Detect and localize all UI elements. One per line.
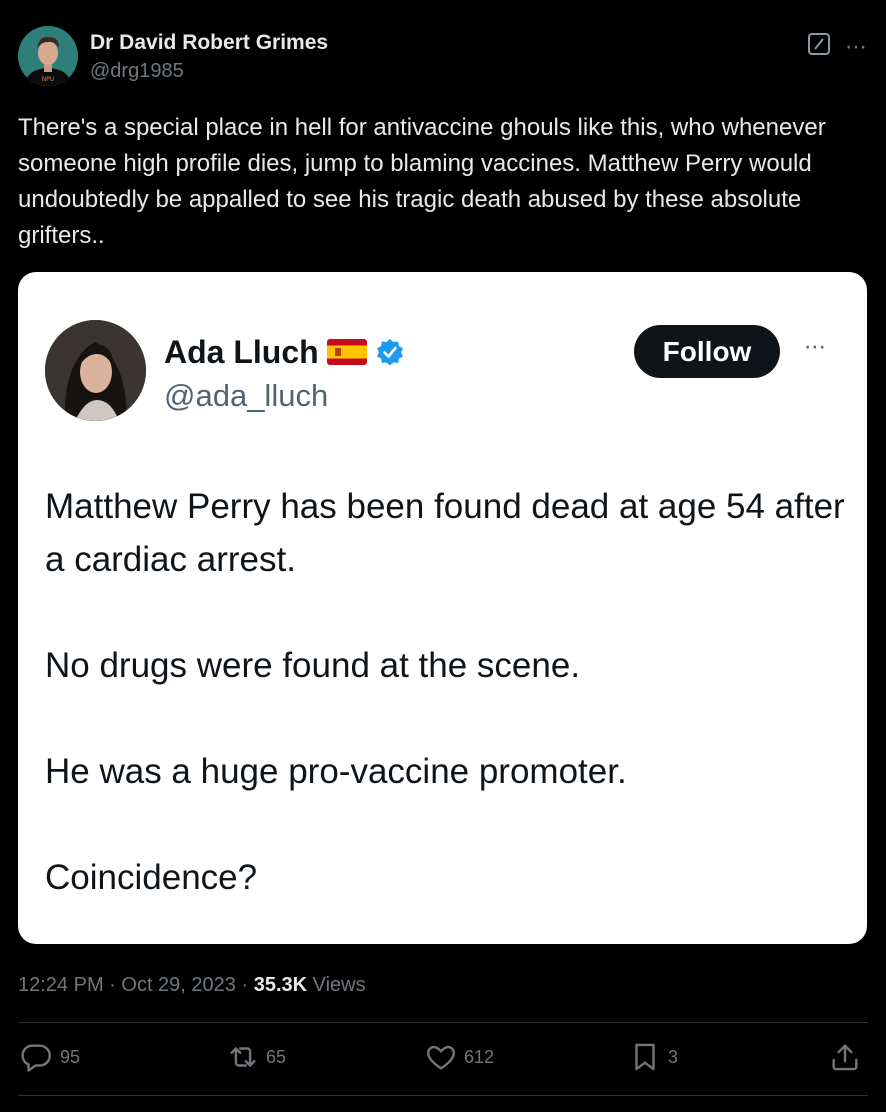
repost-button[interactable]: 65 — [226, 1040, 286, 1074]
divider — [18, 1095, 868, 1096]
quoted-author-display-name[interactable]: Ada Lluch — [164, 332, 319, 372]
bookmark-icon — [635, 1043, 655, 1071]
quoted-paragraph: Coincidence? — [45, 858, 258, 897]
grok-icon[interactable] — [807, 32, 831, 61]
spain-flag-icon — [326, 339, 367, 365]
heart-icon — [427, 1045, 455, 1070]
bookmark-button[interactable]: 3 — [628, 1040, 678, 1074]
like-button[interactable]: 612 — [424, 1040, 494, 1074]
action-bar: 95 65 612 3 — [18, 1040, 868, 1080]
author-avatar[interactable]: NPU — [18, 26, 78, 86]
quoted-paragraph: Matthew Perry has been found dead at age… — [45, 487, 845, 579]
quoted-paragraph: He was a huge pro-vaccine promoter. — [45, 752, 627, 791]
views-count[interactable]: 35.3K — [254, 974, 307, 996]
share-icon — [832, 1044, 858, 1071]
tweet-time[interactable]: 12:24 PM — [18, 974, 104, 996]
quoted-more-options-icon[interactable]: ⋯ — [804, 334, 827, 360]
follow-button[interactable]: Follow — [634, 325, 780, 378]
tweet-header: NPU Dr David Robert Grimes @drg1985 ⋯ — [18, 26, 868, 90]
quoted-author-avatar[interactable] — [45, 320, 146, 421]
divider — [18, 1022, 868, 1023]
repost-count: 65 — [266, 1046, 287, 1067]
meta-separator: · — [103, 974, 122, 996]
tweet-text: There's a special place in hell for anti… — [18, 114, 833, 249]
more-options-icon[interactable]: ⋯ — [845, 35, 868, 57]
author-handle[interactable]: @drg1985 — [90, 58, 328, 84]
svg-text:NPU: NPU — [42, 76, 55, 83]
reply-count: 95 — [60, 1046, 81, 1067]
quoted-tweet-text: Matthew Perry has been found dead at age… — [45, 480, 845, 904]
quoted-tweet-card[interactable]: Ada Lluch @ada_lluch Follow ⋯ Matthew Pe… — [18, 272, 867, 944]
reply-button[interactable]: 95 — [20, 1040, 80, 1074]
bookmark-count: 3 — [668, 1046, 679, 1067]
quoted-paragraph: No drugs were found at the scene. — [45, 646, 581, 685]
tweet-metadata: 12:24 PM · Oct 29, 2023 · 35.3K Views — [18, 971, 366, 999]
repost-icon — [230, 1047, 256, 1067]
author-display-name[interactable]: Dr David Robert Grimes — [90, 30, 328, 56]
quoted-author-handle[interactable]: @ada_lluch — [164, 376, 328, 416]
tweet-date[interactable]: Oct 29, 2023 — [121, 974, 236, 996]
verified-badge-icon — [375, 337, 405, 367]
reply-icon — [21, 1044, 51, 1072]
views-label: Views — [307, 974, 366, 996]
share-button[interactable] — [828, 1040, 862, 1074]
meta-separator: · — [235, 974, 254, 996]
like-count: 612 — [464, 1046, 495, 1067]
